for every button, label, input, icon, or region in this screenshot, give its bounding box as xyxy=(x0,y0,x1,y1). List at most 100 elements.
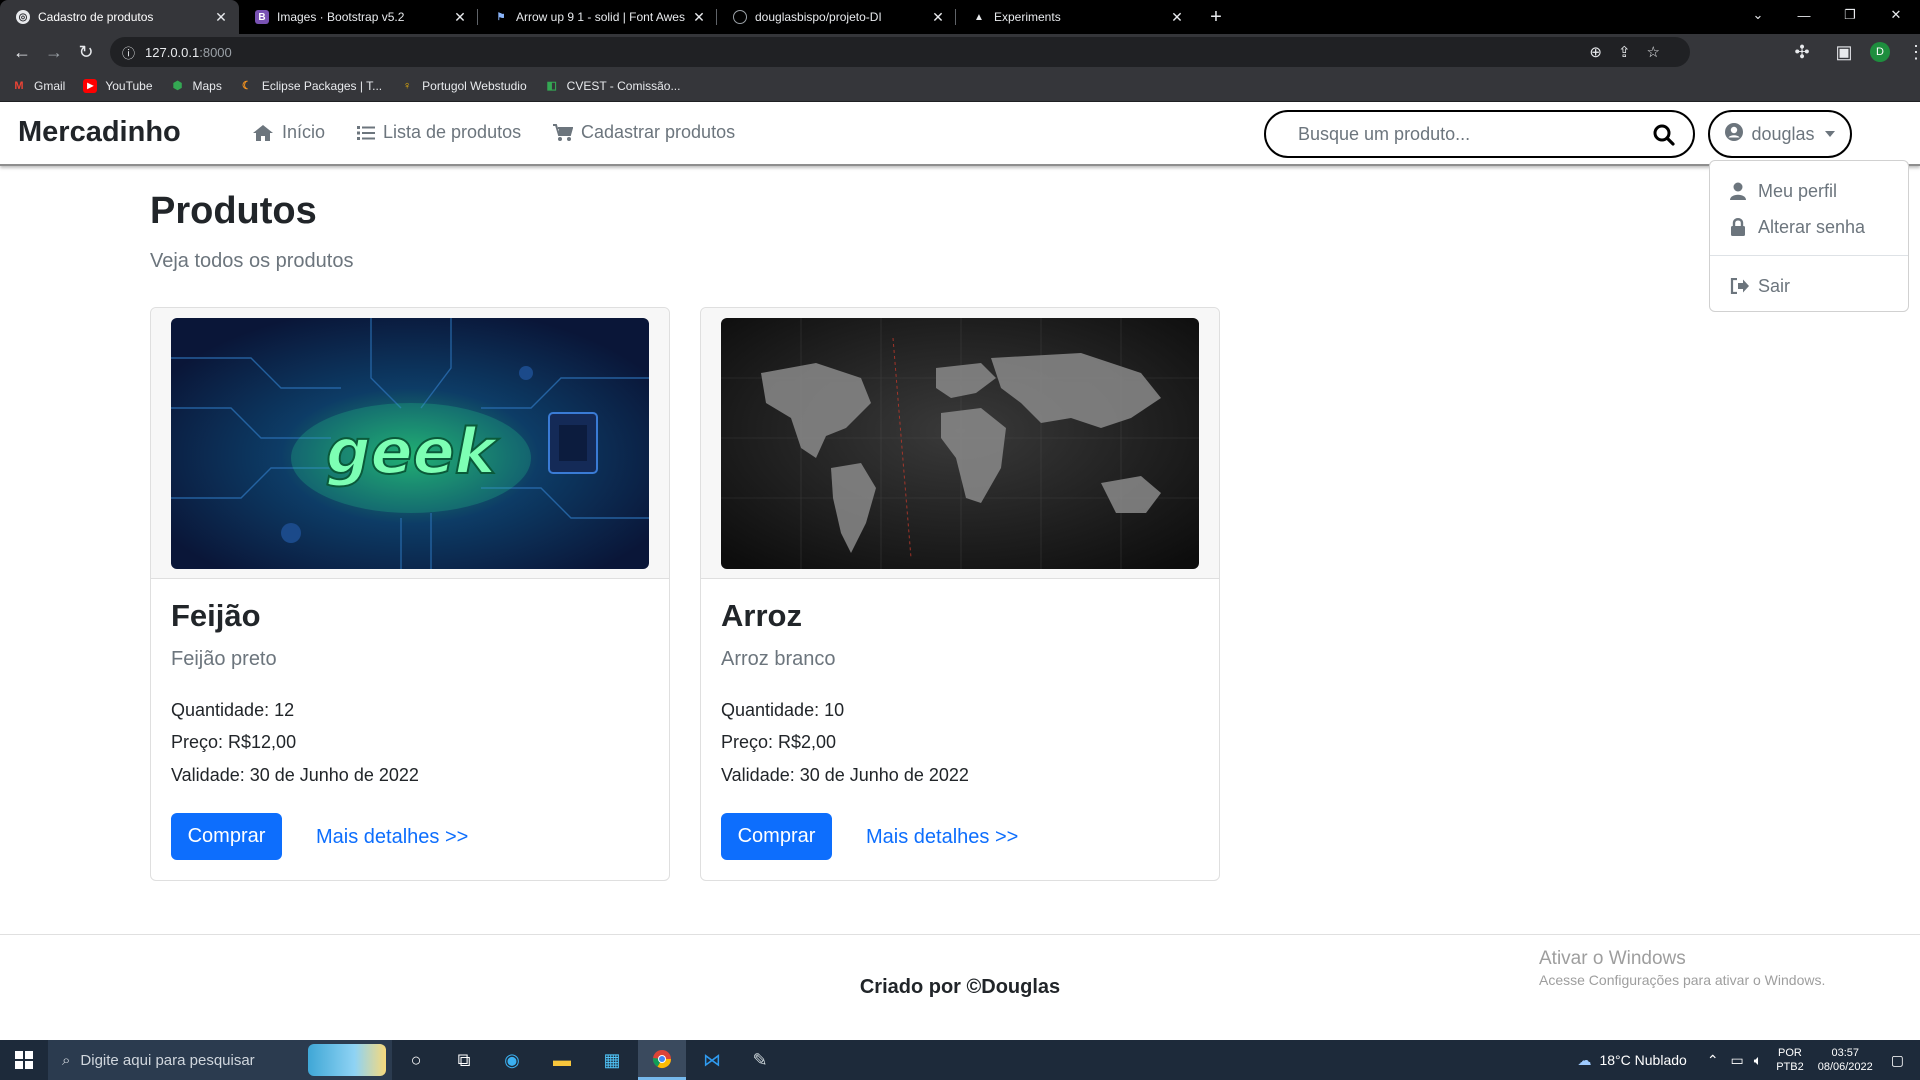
forward-button[interactable]: → xyxy=(38,36,70,68)
more-details-link[interactable]: Mais detalhes >> xyxy=(316,826,468,849)
bookmark-youtube[interactable]: ▶ YouTube xyxy=(83,78,153,93)
sign-out-icon xyxy=(1730,278,1752,294)
new-tab-button[interactable]: + xyxy=(1199,0,1233,34)
back-button[interactable]: ← xyxy=(6,36,38,68)
extensions-icon[interactable]: ✣ xyxy=(1786,36,1818,68)
browser-toolbar: ← → ↻ ⓘ 127.0.0.1:8000 ⊕ ⇪ ☆ ✣ ▣ D ⋮ xyxy=(0,34,1920,70)
share-icon[interactable]: ⇪ xyxy=(1618,43,1631,61)
restore-button[interactable]: ❐ xyxy=(1827,0,1873,30)
close-icon[interactable]: ✕ xyxy=(691,9,707,26)
buy-button[interactable]: Comprar xyxy=(171,813,282,860)
chevron-down-icon xyxy=(1824,131,1835,137)
more-details-link[interactable]: Mais detalhes >> xyxy=(866,826,1018,849)
info-icon[interactable]: ⓘ xyxy=(122,43,135,62)
brand-logo[interactable]: Mercadinho xyxy=(18,116,181,149)
volume-icon[interactable]: 🔈︎ xyxy=(1754,1052,1762,1069)
menu-item-alterar-senha[interactable]: Alterar senha xyxy=(1710,209,1908,245)
address-bar[interactable]: ⓘ 127.0.0.1:8000 ⊕ ⇪ ☆ xyxy=(110,37,1690,67)
url-host: 127.0.0.1 xyxy=(145,44,200,60)
chevron-up-icon[interactable]: ⌃ xyxy=(1707,1052,1719,1069)
globe-icon: ◎ xyxy=(16,10,30,24)
browser-tab[interactable]: douglasbispo/projeto-DI ✕ xyxy=(717,0,956,34)
browser-tab[interactable]: ▲ Experiments ✕ xyxy=(956,0,1195,34)
product-description: Feijão preto xyxy=(171,648,277,670)
edge-icon[interactable]: ◉ xyxy=(488,1040,536,1080)
search-input[interactable] xyxy=(1298,123,1638,145)
product-price: Preço: R$12,00 xyxy=(171,732,297,752)
lock-icon xyxy=(1730,218,1752,236)
start-button[interactable] xyxy=(0,1040,48,1080)
product-validity: Validade: 30 de Junho de 2022 xyxy=(721,765,969,785)
buy-button[interactable]: Comprar xyxy=(721,813,832,860)
input-language[interactable]: POR PTB2 xyxy=(1776,1046,1804,1074)
store-icon[interactable]: ▦ xyxy=(588,1040,636,1080)
browser-tab[interactable]: B Images · Bootstrap v5.2 ✕ xyxy=(239,0,478,34)
close-icon[interactable]: ✕ xyxy=(213,9,229,26)
product-name: Feijão xyxy=(171,598,261,633)
file-explorer-icon[interactable]: ▬ xyxy=(538,1040,586,1080)
paint-icon[interactable]: ✎ xyxy=(736,1040,784,1080)
bookmarks-bar: M Gmail ▶ YouTube ⬢ Maps ☾ Eclipse Packa… xyxy=(0,70,1920,102)
system-tray: ☁ 18°C Nublado ⌃ ▭ 🔈︎ POR PTB2 03:57 08/… xyxy=(1577,1040,1920,1080)
nav-link-cadastrar-produtos[interactable]: Cadastrar produtos xyxy=(553,122,735,143)
chrome-icon[interactable] xyxy=(638,1040,686,1080)
weather-text[interactable]: 18°C Nublado xyxy=(1599,1052,1686,1068)
network-icon[interactable]: ▭ xyxy=(1731,1052,1744,1069)
bootstrap-icon: B xyxy=(255,10,269,24)
side-panel-icon[interactable]: ▣ xyxy=(1828,36,1860,68)
task-view-icon[interactable]: ⧉ xyxy=(440,1040,488,1080)
tab-search-button[interactable]: ⌄ xyxy=(1735,0,1781,30)
reload-button[interactable]: ↻ xyxy=(70,36,102,68)
product-price: Preço: R$2,00 xyxy=(721,732,837,752)
vscode-icon[interactable]: ⋈ xyxy=(688,1040,736,1080)
bookmark-gmail[interactable]: M Gmail xyxy=(12,79,65,93)
eclipse-icon: ☾ xyxy=(241,80,252,92)
profile-avatar[interactable]: D xyxy=(1870,42,1890,62)
search-icon: ⌕ xyxy=(62,1051,71,1069)
menu-item-label: Sair xyxy=(1758,275,1791,296)
product-card: geek Feijão Feijão preto Quantidade: 12 … xyxy=(150,307,670,881)
close-window-button[interactable]: ✕ xyxy=(1873,0,1919,30)
bookmark-label: CVEST - Comissão... xyxy=(566,78,681,93)
menu-divider xyxy=(1710,255,1908,256)
menu-item-label: Meu perfil xyxy=(1758,180,1838,201)
bookmark-maps[interactable]: ⬢ Maps xyxy=(171,79,222,93)
product-search[interactable] xyxy=(1264,110,1695,158)
notifications-icon[interactable]: ▢ xyxy=(1891,1052,1904,1069)
nav-link-lista-produtos[interactable]: Lista de produtos xyxy=(357,122,521,143)
close-icon[interactable]: ✕ xyxy=(1169,9,1185,26)
minimize-button[interactable]: — xyxy=(1781,0,1827,30)
menu-kebab-icon[interactable]: ⋮ xyxy=(1900,36,1920,68)
close-icon[interactable]: ✕ xyxy=(930,9,946,26)
site-navbar: Mercadinho Início Lista de produtos Cada… xyxy=(0,102,1920,166)
user-menu-button[interactable]: douglas xyxy=(1708,110,1852,158)
close-icon[interactable]: ✕ xyxy=(452,9,468,26)
tab-title: douglasbispo/projeto-DI xyxy=(755,10,882,24)
list-icon xyxy=(357,125,375,141)
clock[interactable]: 03:57 08/06/2022 xyxy=(1818,1046,1873,1074)
search-icon[interactable] xyxy=(1653,124,1675,151)
search-highlight-image xyxy=(308,1044,386,1076)
menu-item-sair[interactable]: Sair xyxy=(1710,268,1908,304)
menu-item-label: Alterar senha xyxy=(1758,216,1866,237)
zoom-icon[interactable]: ⊕ xyxy=(1589,43,1602,61)
bookmark-star-icon[interactable]: ☆ xyxy=(1647,43,1660,61)
clock-time: 03:57 xyxy=(1831,1047,1859,1059)
browser-tab-active[interactable]: ◎ Cadastro de produtos ✕ xyxy=(0,0,239,34)
nav-link-inicio[interactable]: Início xyxy=(252,122,325,143)
browser-tab[interactable]: ⚑ Arrow up 9 1 - solid | Font Awes ✕ xyxy=(478,0,717,34)
taskbar-search[interactable]: ⌕ Digite aqui para pesquisar xyxy=(48,1040,392,1080)
bookmark-portugol[interactable]: ♀ Portugol Webstudio xyxy=(400,79,527,93)
url-port: :8000 xyxy=(199,44,232,60)
tab-title: Arrow up 9 1 - solid | Font Awes xyxy=(516,10,685,24)
product-card: Arroz Arroz branco Quantidade: 10 Preço:… xyxy=(700,307,1220,881)
address-bar-actions: ⊕ ⇪ ☆ xyxy=(1589,37,1660,67)
bookmark-label: Eclipse Packages | T... xyxy=(261,78,383,93)
bookmark-cvest[interactable]: ◧ CVEST - Comissão... xyxy=(545,78,681,93)
menu-item-meu-perfil[interactable]: Meu perfil xyxy=(1710,173,1908,209)
weather-icon: ☁ xyxy=(1577,1051,1592,1068)
username-label: douglas xyxy=(1751,123,1815,144)
nav-link-label: Lista de produtos xyxy=(383,122,522,142)
bookmark-eclipse[interactable]: ☾ Eclipse Packages | T... xyxy=(240,79,382,93)
cortana-icon[interactable]: ○ xyxy=(392,1040,440,1080)
